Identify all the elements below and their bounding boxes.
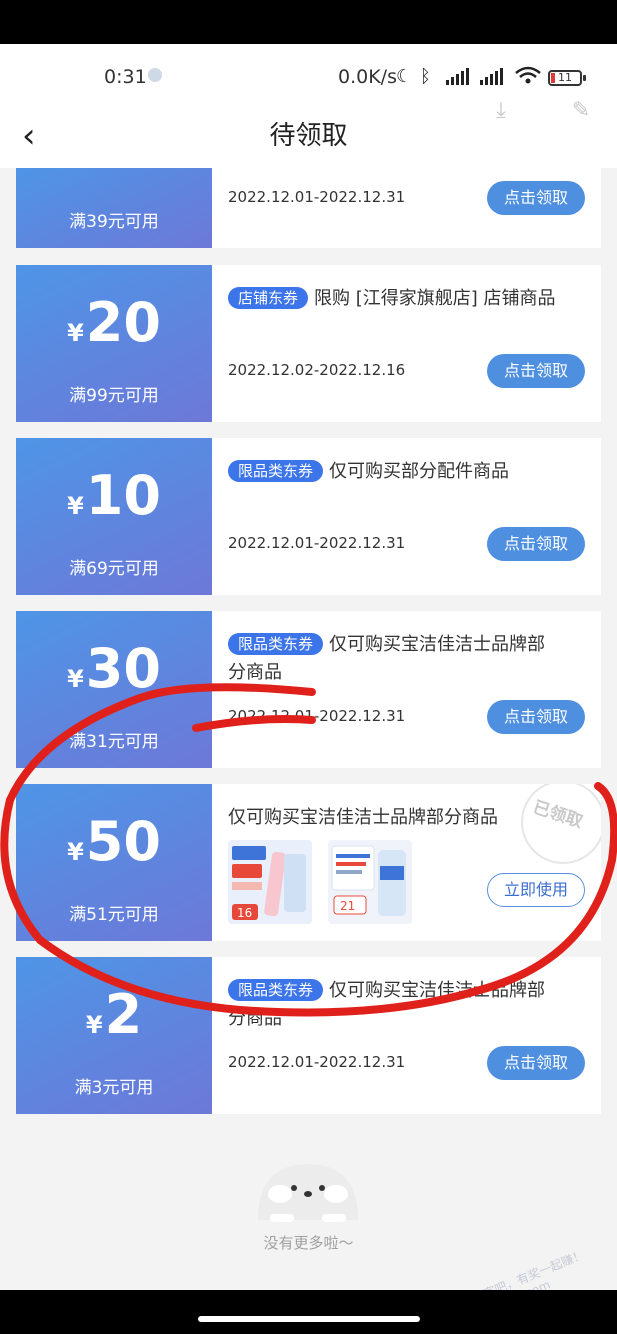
edit-icon[interactable]: ✎	[568, 98, 594, 124]
claim-button[interactable]: 点击领取	[487, 700, 585, 734]
coupon-amount: 10	[85, 464, 161, 527]
coupon-tag: 限品类东券	[228, 979, 324, 1001]
coupon-amount: 20	[85, 291, 161, 354]
claim-button[interactable]: 点击领取	[487, 354, 585, 388]
coupon-condition: 满39元可用	[69, 212, 159, 232]
coupon-value-panel: ¥50 满51元可用	[16, 784, 212, 941]
coupon-card: ¥30 满31元可用 限品类东券 仅可购买宝洁佳洁士品牌部分商品 2022.12.…	[16, 611, 601, 768]
navigation-bar	[0, 1290, 617, 1334]
coupon-value-panel: ¥20 满99元可用	[16, 265, 212, 422]
empty-state-mascot	[258, 1164, 358, 1222]
coupon-condition: 满99元可用	[69, 386, 159, 406]
coupon-value-panel: ¥2 满3元可用	[16, 957, 212, 1114]
currency-symbol: ¥	[67, 665, 84, 693]
thumb-price: 16	[237, 906, 252, 920]
claim-button[interactable]: 点击领取	[487, 1046, 585, 1080]
coupon-date: 2022.12.01-2022.12.31	[228, 1053, 406, 1071]
use-now-button[interactable]: 立即使用	[487, 873, 585, 907]
coupon-description: 店铺东券 限购 [江得家旗舰店] 店铺商品	[228, 285, 558, 313]
no-more-text: 没有更多啦～	[263, 1234, 354, 1252]
coupon-date: 2022.12.02-2022.12.16	[228, 361, 406, 379]
page-title: 待领取	[269, 121, 348, 151]
coupon-description: 仅可购买宝洁佳洁士品牌部分商品	[228, 807, 498, 828]
app-notification-icon	[148, 68, 162, 82]
coupon-description: 限品类东券 仅可购买部分配件商品	[228, 458, 558, 486]
thumb-price: 21	[340, 899, 355, 913]
download-icon[interactable]: ⤓	[488, 98, 514, 124]
coupon-condition: 满3元可用	[74, 1078, 154, 1098]
coupon-tag: 店铺东券	[228, 287, 309, 309]
status-bar: 0:31 0.0K/s ☾ ᛒ 11	[0, 44, 617, 108]
coupon-condition: 满69元可用	[69, 559, 159, 579]
coupon-amount: 50	[85, 810, 161, 873]
signal-icon-2	[480, 68, 503, 85]
coupon-tag: 限品类东券	[228, 633, 324, 655]
toothpaste-image: 21	[328, 840, 412, 924]
coupon-card: ¥10 满69元可用 限品类东券 仅可购买部分配件商品 2022.12.01-20…	[16, 438, 601, 595]
home-indicator[interactable]	[198, 1316, 420, 1322]
coupon-date: 2022.12.01-2022.12.31	[228, 707, 406, 725]
network-speed: 0.0K/s	[338, 66, 397, 88]
currency-symbol: ¥	[85, 1011, 103, 1039]
battery-icon: 11	[548, 70, 586, 86]
currency-symbol: ¥	[67, 838, 84, 866]
page-header: ‹ 待领取 ⤓ ✎	[0, 98, 617, 168]
coupon-condition: 满31元可用	[69, 732, 159, 752]
coupon-value-panel: ¥10 满69元可用	[16, 438, 212, 595]
coupon-description: 限品类东券 仅可购买宝洁佳洁士品牌部分商品	[228, 979, 546, 1029]
currency-symbol: ¥	[67, 492, 84, 520]
currency-symbol: ¥	[67, 319, 84, 347]
claim-button[interactable]: 点击领取	[487, 181, 585, 215]
coupon-value-panel: 满39元可用	[16, 168, 212, 248]
bluetooth-icon: ᛒ	[420, 66, 431, 87]
claimed-stamp: 已领取	[521, 784, 601, 864]
coupon-description: 限品类东券 仅可购买宝洁佳洁士品牌部分商品	[228, 633, 546, 683]
moon-icon: ☾	[396, 66, 413, 87]
coupon-card: ¥20 满99元可用 店铺东券 限购 [江得家旗舰店] 店铺商品 2022.12.…	[16, 265, 601, 422]
wifi-icon	[515, 66, 541, 84]
coupon-tag: 限品类东券	[228, 460, 324, 482]
coupon-value-panel: ¥30 满31元可用	[16, 611, 212, 768]
toothpaste-image: 16	[228, 840, 312, 924]
claim-button[interactable]: 点击领取	[487, 527, 585, 561]
coupon-condition: 满51元可用	[69, 905, 159, 925]
coupon-card: ¥50 满51元可用 仅可购买宝洁佳洁士品牌部分商品 16 21 立即使用 已领…	[16, 784, 601, 941]
status-time: 0:31	[104, 66, 147, 88]
product-thumbnail[interactable]: 16	[228, 840, 312, 924]
coupon-date: 2022.12.01-2022.12.31	[228, 188, 406, 206]
coupon-card: ¥2 满3元可用 限品类东券 仅可购买宝洁佳洁士品牌部分商品 2022.12.01…	[16, 957, 601, 1114]
top-black-bar	[0, 0, 617, 44]
coupon-date: 2022.12.01-2022.12.31	[228, 534, 406, 552]
signal-icon	[446, 68, 469, 85]
coupon-card: 满39元可用 2022.12.01-2022.12.31 点击领取	[16, 168, 601, 248]
coupon-amount: 2	[104, 983, 143, 1046]
product-thumbnail[interactable]: 21	[328, 840, 412, 924]
coupon-amount: 30	[85, 637, 161, 700]
